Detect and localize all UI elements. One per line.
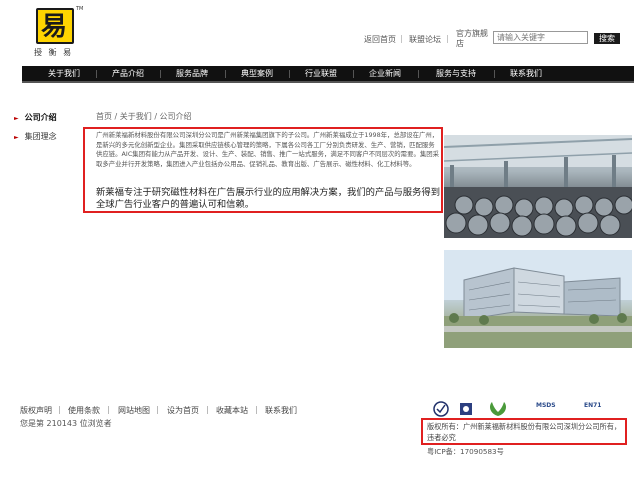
icp-number: 粤ICP备：17090583号 [427, 447, 504, 456]
footer-link-sitemap[interactable]: 网站地图 [118, 405, 150, 416]
msds-cert-label: MSDS [536, 402, 556, 409]
en71-cert-label: EN71 [584, 402, 602, 409]
divider: | [107, 405, 110, 414]
sidebar-item-label: 集团理念 [24, 132, 57, 141]
logo-text: 授 衡 易 [34, 48, 74, 57]
nav-item-products[interactable]: 产品介绍 [98, 66, 158, 81]
bullet-icon: ► [14, 134, 19, 141]
main-nav: 关于我们 产品介绍 服务品牌 典型案例 行业联盟 企业新闻 服务与支持 联系我们 [22, 66, 634, 83]
home-link[interactable]: 返回首页 [364, 34, 396, 45]
bullet-icon: ► [14, 115, 19, 122]
visitor-counter: 您是第 210143 位浏览者 [20, 419, 112, 428]
nav-item-about[interactable]: 关于我们 [34, 66, 94, 81]
factory-interior-photo [444, 135, 632, 238]
search-button[interactable]: 搜索 [594, 33, 620, 44]
nav-divider [160, 70, 161, 78]
divider: | [58, 405, 61, 414]
nav-item-news[interactable]: 企业新闻 [355, 66, 415, 81]
sidebar-item-company-intro[interactable]: ► 公司介绍 [14, 112, 57, 123]
forum-link[interactable]: 联盟论坛 [409, 34, 441, 45]
logo-glyph: 易 [41, 12, 68, 42]
trademark-mark: TM [76, 6, 84, 12]
footer-link-bookmark[interactable]: 收藏本站 [216, 405, 248, 416]
logo-badge: 易 [36, 8, 74, 44]
divider: | [400, 34, 403, 43]
sidebar-item-group-philosophy[interactable]: ► 集团理念 [14, 131, 57, 142]
certification-logos: MSDS EN71 [426, 400, 626, 420]
divider: | [156, 405, 159, 414]
footer-link-contact[interactable]: 联系我们 [265, 405, 297, 416]
nav-divider [96, 70, 97, 78]
ce-cert-icon [433, 401, 449, 417]
nav-item-contact[interactable]: 联系我们 [496, 66, 556, 81]
nav-item-support[interactable]: 服务与支持 [420, 66, 492, 81]
breadcrumb: 首页 / 关于我们 / 公司介绍 [96, 112, 192, 121]
footer-link-set-homepage[interactable]: 设为首页 [167, 405, 199, 416]
footer-link-terms[interactable]: 使用条款 [68, 405, 100, 416]
nav-divider [418, 70, 419, 78]
copyright-text: 版权所有：广州新莱福新材料股份有限公司深圳分公司所有，违者必究 [427, 422, 622, 442]
nav-item-alliance[interactable]: 行业联盟 [291, 66, 351, 81]
search-input[interactable] [493, 31, 588, 44]
company-tagline: 新莱福专注于研究磁性材料在广告展示行业的应用解决方案，我们的产品与服务得到全球广… [96, 187, 440, 210]
nav-divider [353, 70, 354, 78]
nav-divider [494, 70, 495, 78]
nav-item-brand[interactable]: 服务品牌 [162, 66, 222, 81]
flagship-store-link[interactable]: 官方旗舰店 [456, 29, 490, 49]
eco-cert-icon [490, 402, 506, 416]
divider: | [255, 405, 258, 414]
site-logo[interactable]: 易 TM 授 衡 易 [30, 6, 83, 58]
divider: | [206, 405, 209, 414]
factory-campus-photo [444, 250, 632, 348]
footer-link-copyright[interactable]: 版权声明 [20, 405, 52, 416]
nav-divider [225, 70, 226, 78]
nav-item-cases[interactable]: 典型案例 [227, 66, 287, 81]
sidebar-item-label: 公司介绍 [24, 113, 57, 122]
company-intro-text: 广州新莱福新材料股份有限公司深圳分公司是广州新莱福集团旗下的子公司。广州新莱福成… [96, 131, 440, 169]
quality-cert-icon [460, 403, 472, 415]
divider: | [446, 34, 449, 43]
nav-divider [289, 70, 290, 78]
